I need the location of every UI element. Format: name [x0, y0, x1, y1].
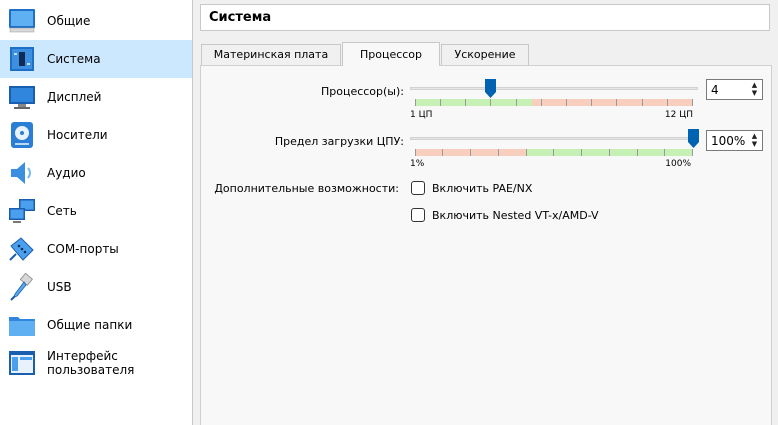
- execution-cap-slider-thumb[interactable]: [687, 129, 699, 148]
- execution-cap-slider-track[interactable]: [410, 137, 698, 140]
- tab-processor[interactable]: Процессор: [342, 42, 440, 66]
- tab-bar: Материнская плата Процессор Ускорение: [200, 42, 772, 66]
- page-title: Система: [209, 10, 272, 25]
- processor-spin-buttons: ▲ ▼: [748, 81, 761, 98]
- sidebar-item-label: Аудио: [47, 166, 86, 180]
- processor-count-value: 4: [711, 83, 719, 97]
- processor-scale-ticks: [415, 99, 693, 106]
- processor-slider-thumb[interactable]: [485, 79, 497, 98]
- sidebar-item-label: COM-порты: [47, 242, 119, 256]
- display-monitor-icon: [9, 86, 35, 109]
- nested-vtx-label[interactable]: Включить Nested VT-x/AMD-V: [432, 209, 599, 222]
- spin-up-icon[interactable]: ▲: [748, 81, 761, 89]
- processor-min-label: 1 ЦП: [410, 110, 433, 120]
- pae-nx-checkbox[interactable]: [411, 181, 425, 195]
- execution-cap-min-label: 1%: [410, 159, 425, 169]
- execution-cap-spin-buttons: ▲ ▼: [748, 132, 761, 149]
- sidebar-item-usb[interactable]: USB: [0, 268, 192, 306]
- sidebar-item-label: Система: [47, 52, 101, 66]
- sidebar-item-label: Общие: [47, 14, 91, 28]
- sidebar-item-serial-ports[interactable]: COM-порты: [0, 230, 192, 268]
- processor-count-spinbox[interactable]: 4 ▲ ▼: [706, 79, 763, 100]
- usb-icon: [10, 272, 33, 301]
- sidebar-item-label: USB: [47, 280, 72, 294]
- processor-slider-track[interactable]: [410, 87, 698, 90]
- sidebar-item-label: Сеть: [47, 204, 77, 218]
- execution-cap-spinbox[interactable]: 100% ▲ ▼: [706, 130, 763, 151]
- system-board-icon: [10, 47, 34, 71]
- spin-down-icon[interactable]: ▼: [748, 89, 761, 97]
- execution-cap-value: 100%: [711, 134, 746, 148]
- execution-cap-max-label: 100%: [665, 159, 691, 169]
- serial-port-icon: [9, 237, 34, 261]
- speaker-icon: [11, 162, 31, 184]
- general-monitor-icon: [9, 9, 35, 33]
- tab-motherboard[interactable]: Материнская плата: [201, 44, 341, 65]
- settings-main: Система Материнская плата Процессор Уско…: [194, 0, 778, 425]
- user-interface-icon: [9, 351, 35, 375]
- sidebar-item-network[interactable]: Сеть: [0, 192, 192, 230]
- page-header: Система: [200, 4, 770, 31]
- shared-folder-icon: [9, 317, 35, 336]
- sidebar-item-label: Общие папки: [47, 318, 133, 332]
- sidebar-item-label: Интерфейс пользователя: [47, 349, 135, 377]
- storage-disk-icon: [11, 122, 33, 148]
- settings-sidebar: Общие Система Дисплей Носители Аудио Сет…: [0, 0, 193, 425]
- tab-acceleration[interactable]: Ускорение: [441, 44, 529, 65]
- sidebar-item-user-interface[interactable]: Интерфейс пользователя: [0, 344, 192, 382]
- sidebar-item-shared-folders[interactable]: Общие папки: [0, 306, 192, 344]
- extended-features-label: Дополнительные возможности:: [214, 182, 399, 195]
- processor-max-label: 12 ЦП: [664, 110, 693, 120]
- spin-down-icon[interactable]: ▼: [748, 140, 761, 148]
- sidebar-item-audio[interactable]: Аудио: [0, 154, 192, 192]
- network-icon: [9, 199, 35, 223]
- sidebar-item-display[interactable]: Дисплей: [0, 78, 192, 116]
- spin-up-icon[interactable]: ▲: [748, 132, 761, 140]
- execution-cap-label: Предел загрузки ЦПУ:: [274, 135, 404, 148]
- nested-vtx-checkbox[interactable]: [411, 208, 425, 222]
- processor-count-label: Процессор(ы):: [320, 85, 404, 98]
- sidebar-item-general[interactable]: Общие: [0, 2, 192, 40]
- pae-nx-label[interactable]: Включить PAE/NX: [432, 182, 532, 195]
- sidebar-item-storage[interactable]: Носители: [0, 116, 192, 154]
- processor-panel: Процессор(ы): 1 ЦП 12 ЦП 4 ▲ ▼ Предел за…: [200, 65, 772, 425]
- sidebar-item-label: Дисплей: [47, 90, 102, 104]
- execution-cap-scale-ticks: [415, 149, 693, 156]
- sidebar-item-system[interactable]: Система: [0, 40, 192, 78]
- sidebar-item-label: Носители: [47, 128, 108, 142]
